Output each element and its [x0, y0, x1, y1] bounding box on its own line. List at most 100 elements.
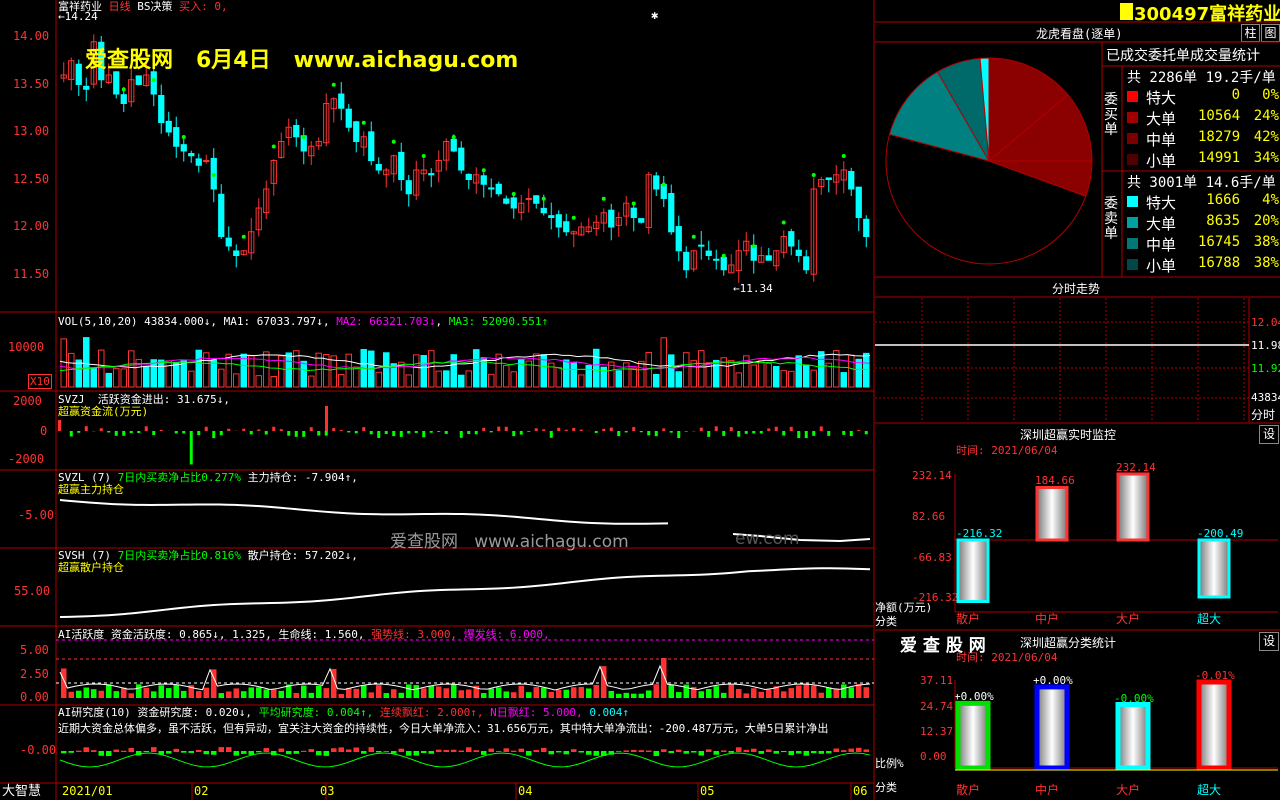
candle-body	[713, 258, 720, 261]
candle-body	[630, 207, 637, 218]
candle-body	[480, 175, 487, 185]
ai-bar	[233, 688, 239, 698]
volume-bar	[188, 370, 195, 388]
svsh-axis: 55.00	[14, 584, 51, 598]
svzj-bar	[572, 427, 576, 431]
class-settings-button[interactable]: 设	[1259, 632, 1279, 651]
svzj-bar	[639, 431, 643, 433]
research-bar	[533, 750, 539, 752]
order-color-swatch	[1127, 112, 1138, 123]
ai-bar	[301, 685, 307, 698]
ai-bar	[623, 692, 629, 698]
bs-marker: B	[315, 0, 325, 4]
research-bar	[346, 749, 352, 752]
research-bar	[833, 748, 839, 752]
ai-bar	[781, 691, 787, 698]
svzj-bar	[744, 431, 748, 434]
svzj-bar	[482, 427, 486, 431]
ai-bar	[556, 689, 562, 698]
svzj-bar	[302, 431, 306, 437]
volume-bar	[68, 352, 75, 388]
svzj-bar	[474, 431, 478, 435]
research-bar	[796, 751, 802, 754]
candle-body	[83, 85, 90, 90]
candle-body	[525, 198, 532, 200]
volume-bar	[420, 355, 427, 388]
research-bar	[481, 751, 487, 755]
research-bar	[83, 747, 89, 752]
ai-bar	[248, 687, 254, 698]
monitor-value: 184.66	[1035, 474, 1075, 488]
volume-bar	[263, 351, 270, 388]
research-bar	[511, 750, 517, 752]
ai-bar	[496, 687, 502, 698]
ai-bar	[173, 685, 179, 698]
volume-bar	[465, 370, 472, 388]
svzj-bar	[204, 426, 208, 431]
bar-toggle-button[interactable]: 柱	[1241, 24, 1260, 42]
ai-bar	[863, 687, 869, 698]
volume-bar	[690, 360, 697, 388]
monitor-value: -200.49	[1197, 527, 1244, 540]
candle-body	[765, 255, 772, 261]
candle-body	[195, 158, 202, 166]
class-axis-label: 12.37	[920, 725, 954, 738]
ai-bar	[526, 692, 532, 698]
research-bar	[728, 751, 734, 753]
research-bar	[436, 749, 442, 752]
low-price-marker: ←11.34	[733, 282, 773, 295]
chart-toggle-button[interactable]: 图	[1261, 24, 1280, 42]
research-bar	[286, 751, 292, 755]
svzj-bar	[579, 429, 583, 431]
volume-bar	[75, 359, 82, 388]
order-color-swatch	[1127, 217, 1138, 228]
svzj-bar	[729, 427, 733, 431]
candle-body	[540, 207, 547, 214]
svzj-bar	[662, 428, 666, 431]
ai-bar	[616, 693, 622, 698]
monitor-bar	[1116, 472, 1150, 542]
strategy-label[interactable]: BS决策	[137, 0, 172, 13]
svsh-sub: 超赢散户持仓	[58, 561, 124, 574]
ai-bar	[91, 689, 97, 698]
class-ratio-label: 比例%	[875, 757, 904, 770]
research-bar	[91, 750, 97, 752]
signal-dot	[301, 135, 306, 139]
period-label[interactable]: 日线	[109, 0, 131, 13]
class-pct: +0.00%	[1033, 673, 1073, 687]
research-bar	[278, 748, 284, 752]
svzj-bar	[212, 431, 216, 439]
research-bar	[856, 747, 862, 752]
ai-bar	[631, 693, 637, 698]
signal-dot	[391, 139, 396, 144]
svzj-bar	[812, 431, 816, 436]
candle-body	[135, 75, 142, 85]
svzj-bar	[227, 428, 231, 431]
research-bar	[638, 750, 644, 752]
svzj-bar	[392, 431, 396, 437]
order-color-swatch	[1127, 238, 1138, 249]
volume-bar	[780, 370, 787, 388]
svzj-bar	[107, 431, 111, 433]
ai-bar	[848, 687, 854, 698]
research-bar	[406, 751, 412, 756]
research-bar	[631, 749, 637, 752]
ai-research-axis: -0.00	[20, 743, 57, 757]
volume-bar	[383, 352, 390, 388]
monitor-value: -216.32	[956, 527, 1003, 540]
ai-bar	[788, 688, 794, 698]
price-axis-label: 12.00	[13, 219, 50, 233]
monitor-bar	[956, 538, 990, 604]
research-bar	[698, 751, 704, 756]
svzj-bar	[114, 431, 118, 436]
volume-bar	[270, 376, 277, 388]
order-color-swatch	[1127, 91, 1138, 102]
svzj-bar	[317, 431, 321, 436]
research-bar	[578, 751, 584, 753]
order-color-swatch	[1127, 196, 1138, 207]
order-color-swatch	[1127, 133, 1138, 144]
research-bar	[646, 750, 652, 752]
monitor-settings-button[interactable]: 设	[1259, 425, 1279, 444]
volume-bar	[758, 360, 765, 388]
ai-bar	[736, 688, 742, 698]
